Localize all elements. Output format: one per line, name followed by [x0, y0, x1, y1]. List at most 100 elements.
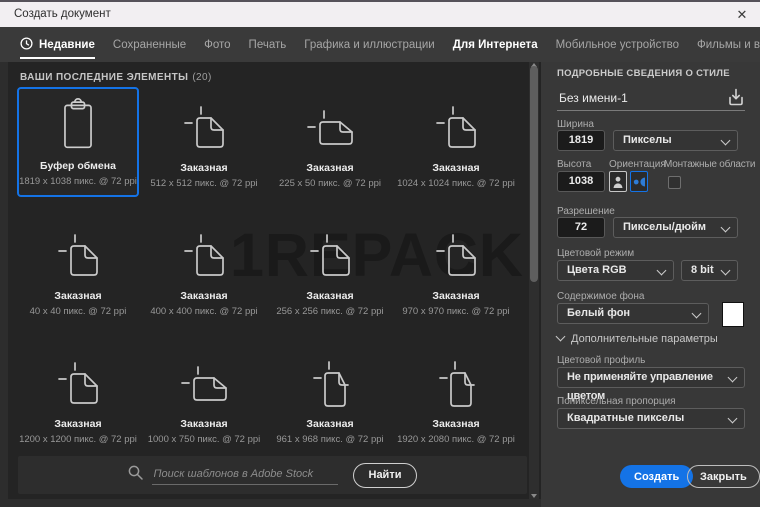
create-button[interactable]: Создать	[620, 465, 694, 488]
panel-header: ПОДРОБНЫЕ СВЕДЕНИЯ О СТИЛЕ	[557, 68, 730, 79]
document-square-icon	[181, 233, 227, 281]
search-bar: Найти	[18, 456, 527, 494]
tab-photo[interactable]: Фото	[204, 27, 230, 62]
template-item[interactable]: Заказная 970 x 970 пикс. @ 72 ppi	[395, 215, 517, 325]
template-size: 970 x 970 пикс. @ 72 ppi	[402, 306, 510, 317]
document-portrait-icon	[433, 361, 479, 409]
tab-label: Сохраненные	[112, 38, 187, 51]
scrollbar-thumb[interactable]	[530, 66, 538, 282]
tab-label: Фильмы и видео	[697, 38, 760, 51]
template-size: 225 x 50 пикс. @ 72 ppi	[279, 178, 381, 189]
tab-bar: Недавние Сохраненные Фото Печать Графика…	[0, 27, 760, 62]
tab-mobile[interactable]: Мобильное устройство	[556, 27, 679, 62]
template-item[interactable]: Заказная 400 x 400 пикс. @ 72 ppi	[143, 215, 265, 325]
template-item[interactable]: Заказная 1920 x 2080 пикс. @ 72 ppi	[395, 343, 517, 453]
template-name: Заказная	[432, 162, 480, 174]
find-button[interactable]: Найти	[352, 462, 418, 488]
tab-saved[interactable]: Сохраненные	[113, 27, 186, 62]
artboards-label: Монтажные области	[664, 159, 756, 170]
height-label: Высота	[557, 159, 592, 170]
height-input[interactable]: 1038	[557, 171, 605, 192]
template-name: Заказная	[54, 418, 102, 430]
template-item[interactable]: Заказная 256 x 256 пикс. @ 72 ppi	[269, 215, 391, 325]
bit-depth-dropdown[interactable]: 8 bit	[681, 260, 738, 281]
titlebar: Создать документ ✕	[0, 0, 760, 27]
template-item[interactable]: Заказная 961 x 968 пикс. @ 72 ppi	[269, 343, 391, 453]
artboards-checkbox[interactable]	[668, 176, 681, 189]
orientation-label: Ориентация	[609, 159, 666, 170]
document-square-icon	[433, 105, 479, 153]
document-landscape-icon	[307, 105, 353, 153]
pixel-aspect-dropdown[interactable]: Квадратные пикселы	[557, 408, 745, 429]
tab-print[interactable]: Печать	[249, 27, 287, 62]
document-portrait-icon	[307, 361, 353, 409]
recent-items-panel: ВАШИ ПОСЛЕДНИЕ ЭЛЕМЕНТЫ (20) 1REPACK Буфе…	[8, 62, 541, 499]
advanced-options-toggle[interactable]: Дополнительные параметры	[555, 331, 718, 345]
template-item[interactable]: Заказная 40 x 40 пикс. @ 72 ppi	[17, 215, 139, 325]
color-mode-dropdown[interactable]: Цвета RGB	[557, 260, 674, 281]
template-item-clipboard[interactable]: Буфер обмена 1819 x 1038 пикс. @ 72 ppi	[17, 87, 139, 197]
template-name: Заказная	[306, 418, 354, 430]
color-mode-label: Цветовой режим	[557, 248, 635, 259]
clipboard-icon	[55, 97, 101, 151]
document-landscape-icon	[181, 361, 227, 409]
tab-label: Мобильное устройство	[555, 38, 679, 51]
document-square-icon	[181, 105, 227, 153]
template-name: Заказная	[432, 290, 480, 302]
chevron-down-icon	[720, 135, 731, 146]
background-color-swatch[interactable]	[722, 302, 744, 327]
template-item[interactable]: Заказная 1000 x 750 пикс. @ 72 ppi	[143, 343, 265, 453]
resolution-units-dropdown[interactable]: Пикселы/дюйм	[613, 217, 738, 238]
create-document-dialog: Создать документ ✕ Недавние Сохраненные …	[0, 0, 760, 507]
preset-details-panel: ПОДРОБНЫЕ СВЕДЕНИЯ О СТИЛЕ Без имени-1 Ш…	[541, 62, 760, 507]
template-item[interactable]: Заказная 1200 x 1200 пикс. @ 72 ppi	[17, 343, 139, 453]
template-name: Заказная	[180, 290, 228, 302]
scroll-down-icon[interactable]	[531, 494, 537, 498]
document-name-field[interactable]: Без имени-1	[559, 91, 628, 105]
chevron-down-icon	[691, 308, 702, 319]
resolution-input[interactable]: 72	[557, 217, 605, 238]
chevron-down-icon	[555, 331, 566, 342]
tab-art-illustration[interactable]: Графика и иллюстрации	[304, 27, 434, 62]
template-name: Заказная	[306, 162, 354, 174]
template-size: 961 x 968 пикс. @ 72 ppi	[276, 434, 384, 445]
landscape-orientation-icon[interactable]	[630, 171, 648, 192]
recent-items-grid: Буфер обмена 1819 x 1038 пикс. @ 72 ppi …	[17, 87, 517, 453]
color-profile-label: Цветовой профиль	[557, 355, 646, 366]
template-size: 512 x 512 пикс. @ 72 ppi	[150, 178, 258, 189]
close-button[interactable]: Закрыть	[687, 465, 760, 488]
dialog-title: Создать документ	[14, 8, 111, 20]
portrait-orientation-icon[interactable]	[609, 171, 627, 192]
template-name: Буфер обмена	[40, 160, 116, 172]
chevron-down-icon	[727, 413, 738, 424]
scrollbar[interactable]	[529, 62, 539, 499]
document-square-icon	[307, 233, 353, 281]
template-size: 1200 x 1200 пикс. @ 72 ppi	[19, 434, 137, 445]
background-label: Содержимое фона	[557, 291, 645, 302]
template-size: 256 x 256 пикс. @ 72 ppi	[276, 306, 384, 317]
template-item[interactable]: Заказная 1024 x 1024 пикс. @ 72 ppi	[395, 87, 517, 197]
template-size: 1920 x 2080 пикс. @ 72 ppi	[397, 434, 515, 445]
tab-film-video[interactable]: Фильмы и видео	[697, 27, 760, 62]
template-name: Заказная	[180, 418, 228, 430]
background-dropdown[interactable]: Белый фон	[557, 303, 709, 324]
save-preset-icon[interactable]	[727, 88, 745, 106]
clock-icon	[20, 36, 33, 53]
template-name: Заказная	[432, 418, 480, 430]
document-square-icon	[55, 361, 101, 409]
chevron-down-icon	[720, 265, 731, 276]
tab-label: Фото	[204, 38, 231, 51]
tab-recent[interactable]: Недавние	[20, 27, 95, 62]
search-input[interactable]	[151, 465, 338, 485]
tab-label: Печать	[248, 38, 287, 51]
template-size: 40 x 40 пикс. @ 72 ppi	[29, 306, 127, 317]
template-size: 1819 x 1038 пикс. @ 72 ppi	[19, 176, 137, 187]
width-input[interactable]: 1819	[557, 130, 605, 151]
tab-web[interactable]: Для Интернета	[453, 27, 538, 62]
close-icon[interactable]: ✕	[733, 6, 751, 24]
template-item[interactable]: Заказная 225 x 50 пикс. @ 72 ppi	[269, 87, 391, 197]
color-profile-dropdown[interactable]: Не применяйте управление цветом	[557, 367, 745, 402]
units-dropdown[interactable]: Пикселы	[613, 130, 738, 151]
template-item[interactable]: Заказная 512 x 512 пикс. @ 72 ppi	[143, 87, 265, 197]
template-size: 400 x 400 пикс. @ 72 ppi	[150, 306, 258, 317]
